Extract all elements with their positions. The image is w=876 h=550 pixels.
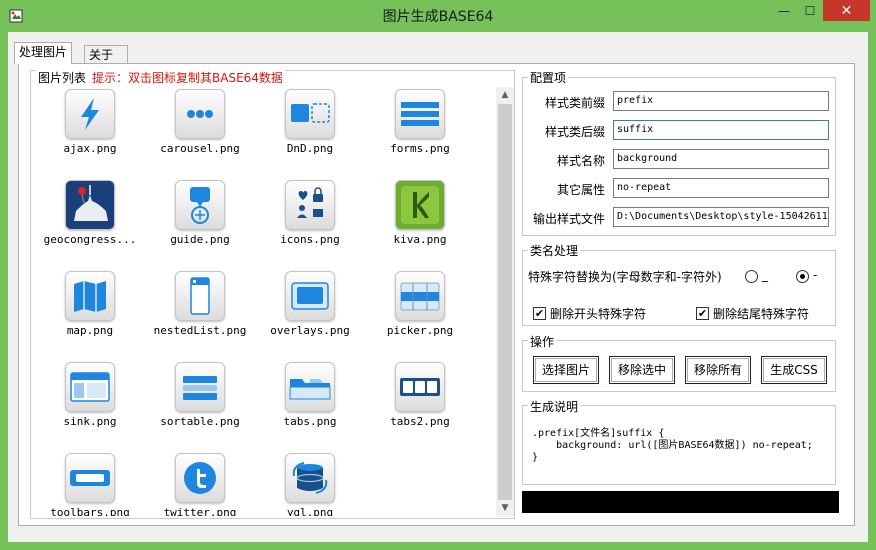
list-item-label: nestedList.png — [153, 324, 247, 337]
database-sync-icon — [292, 462, 328, 494]
list-item-dnd[interactable]: DnD.png — [255, 86, 365, 177]
lightning-icon — [81, 98, 99, 130]
nested-list-icon — [190, 277, 210, 315]
list-item-sink[interactable]: sink.png — [35, 359, 145, 450]
list-item-label: sortable.png — [160, 415, 240, 428]
suffix-label: 样式类后缀 — [544, 125, 605, 139]
tabs-icon — [400, 378, 440, 396]
style-name-input[interactable]: background — [613, 149, 829, 169]
list-item-carousel[interactable]: carousel.png — [145, 86, 255, 177]
remove-all-button[interactable]: 移除所有 — [685, 356, 751, 384]
suffix-input[interactable]: suffix — [613, 120, 829, 140]
other-attr-label: 其它属性 — [556, 183, 605, 197]
scroll-down-arrow-icon[interactable]: ▼ — [496, 500, 514, 517]
close-button[interactable]: ✕ — [823, 0, 870, 21]
icon-grid-icon — [297, 187, 323, 218]
minimize-button[interactable]: — — [771, 0, 797, 21]
list-item-picker[interactable]: picker.png — [365, 268, 475, 359]
list-item-overlays[interactable]: overlays.png — [255, 268, 365, 359]
image-icon-list[interactable]: ajax.png carousel.png DnD.png forms.png … — [33, 86, 495, 516]
form-lines-icon — [401, 102, 439, 126]
list-item-yql[interactable]: yql.png — [255, 450, 365, 516]
radio-dash[interactable] — [796, 270, 809, 283]
tab-about[interactable]: 关于 — [84, 45, 128, 65]
list-item-label: forms.png — [390, 142, 450, 155]
list-item-label: map.png — [66, 324, 114, 337]
list-item-ajax[interactable]: ajax.png — [35, 86, 145, 177]
prefix-label: 样式类前缀 — [544, 96, 605, 110]
operations-legend: 操作 — [528, 333, 557, 350]
class-processing-legend: 类名处理 — [528, 242, 581, 259]
list-item-label: tabs.png — [283, 415, 337, 428]
radio-dash-label: - — [813, 268, 818, 282]
image-list-title: 图片列表 — [38, 71, 87, 85]
radio-underscore[interactable] — [745, 270, 758, 283]
other-attr-input[interactable]: no-repeat — [613, 178, 829, 198]
generate-css-button[interactable]: 生成CSS — [761, 356, 827, 384]
overlay-icon — [291, 282, 329, 310]
list-item-tabs2[interactable]: tabs2.png — [365, 359, 475, 450]
dots-icon — [187, 110, 213, 118]
prefix-input[interactable]: prefix — [613, 91, 829, 111]
sortable-icon — [183, 376, 217, 400]
list-item-label: toolbars.png — [50, 506, 130, 516]
list-item-label: twitter.png — [163, 506, 237, 516]
config-legend: 配置项 — [528, 69, 569, 86]
maximize-button[interactable]: ☐ — [797, 0, 823, 21]
capitol-map-icon — [66, 181, 114, 229]
copy-hint: 提示：双击图标复制其BASE64数据 — [92, 71, 283, 85]
folder-tab-icon — [289, 379, 331, 400]
tab-process-images[interactable]: 处理图片 — [14, 42, 73, 64]
list-item-label: sink.png — [63, 415, 117, 428]
list-item-label: picker.png — [386, 324, 454, 337]
list-item-label: overlays.png — [270, 324, 350, 337]
remove-leading-label: 删除开头特殊字符 — [550, 307, 647, 321]
list-item-nestedlist[interactable]: nestedList.png — [145, 268, 255, 359]
twitter-bird-icon — [184, 462, 216, 494]
style-name-label: 样式名称 — [556, 154, 605, 168]
list-item-icons[interactable]: icons.png — [255, 177, 365, 268]
folded-map-icon — [74, 281, 106, 312]
image-list-legend: 图片列表 提示：双击图标复制其BASE64数据 — [36, 69, 285, 86]
replace-label: 特殊字符替换为(字母数字和-字符外) — [528, 270, 722, 284]
select-images-button[interactable]: 选择图片 — [533, 356, 599, 384]
output-file-input[interactable]: D:\Documents\Desktop\style-15042611 — [613, 207, 829, 227]
list-item-kiva[interactable]: kiva.png — [365, 177, 475, 268]
window-title: 图片生成BASE64 — [382, 9, 494, 25]
list-item-label: geocongress... — [43, 233, 137, 246]
remove-trailing-checkbox[interactable]: ✔ — [696, 307, 709, 320]
list-item-tabs[interactable]: tabs.png — [255, 359, 365, 450]
status-bar — [522, 491, 839, 513]
radio-underscore-label: _ — [762, 268, 768, 282]
list-item-sortable[interactable]: sortable.png — [145, 359, 255, 450]
list-item-label: kiva.png — [393, 233, 447, 246]
remove-trailing-label: 删除结尾特殊字符 — [713, 307, 810, 321]
guide-icon — [190, 187, 210, 224]
list-item-geocongress[interactable]: geocongress... — [35, 177, 145, 268]
list-item-label: icons.png — [280, 233, 340, 246]
list-item-label: guide.png — [170, 233, 230, 246]
toolbar-icon — [70, 470, 110, 486]
picker-icon — [400, 282, 440, 311]
list-item-toolbars[interactable]: toolbars.png — [35, 450, 145, 516]
window-icon — [70, 372, 110, 402]
title-bar: 图片生成BASE64 — ☐ ✕ — [0, 0, 876, 32]
list-item-twitter[interactable]: twitter.png — [145, 450, 255, 516]
description-text: .prefix[文件名]suffix { background: url([图片… — [532, 428, 813, 463]
list-item-map[interactable]: map.png — [35, 268, 145, 359]
drag-drop-icon — [291, 103, 330, 123]
list-item-label: DnD.png — [286, 142, 334, 155]
description-legend: 生成说明 — [528, 398, 581, 415]
list-item-forms[interactable]: forms.png — [365, 86, 475, 177]
list-item-label: yql.png — [286, 506, 334, 516]
remove-selected-button[interactable]: 移除选中 — [609, 356, 675, 384]
list-item-guide[interactable]: guide.png — [145, 177, 255, 268]
list-item-label: tabs2.png — [390, 415, 450, 428]
list-item-label: ajax.png — [63, 142, 117, 155]
remove-leading-checkbox[interactable]: ✔ — [533, 307, 546, 320]
output-file-label: 输出样式文件 — [532, 212, 605, 226]
list-item-label: carousel.png — [160, 142, 240, 155]
kiva-logo-icon — [396, 181, 444, 229]
